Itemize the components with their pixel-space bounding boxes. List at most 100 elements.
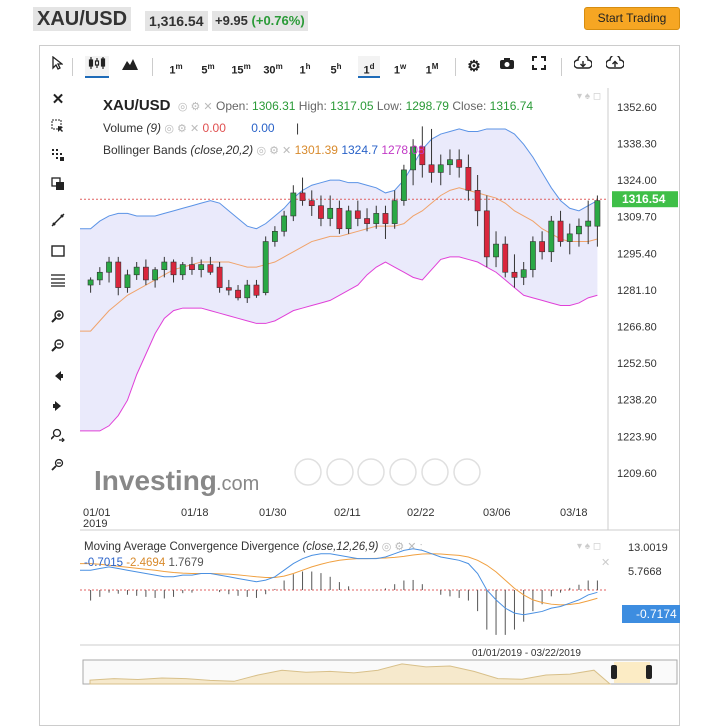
candle <box>262 236 269 296</box>
candle-body <box>594 200 601 227</box>
price-tick-label: 1324.00 <box>617 175 657 187</box>
candle-body <box>557 220 564 242</box>
candle-body <box>447 159 453 166</box>
macd-tick-label: 13.0019 <box>628 542 668 554</box>
candle-body <box>142 266 149 281</box>
low-value: 1298.79 <box>405 99 449 113</box>
price-tick-label: 1338.30 <box>617 139 657 151</box>
high-label: High: <box>298 99 327 113</box>
date-tick-label: 03/18 <box>560 507 588 519</box>
panel-controls-icon[interactable]: ▾ ♠ ◻ <box>577 91 601 102</box>
navigator-selection[interactable] <box>614 662 650 683</box>
legend-icons[interactable]: ◎ ⚙ ✕ <box>178 101 213 113</box>
candle-body <box>170 261 177 276</box>
candle-body <box>96 271 103 281</box>
volume-param: (9) <box>146 121 162 135</box>
candle-body <box>502 243 509 273</box>
low-label: Low: <box>376 99 403 113</box>
macd-icons[interactable]: ◎ ⚙ ✕ : <box>382 541 423 553</box>
candle-body <box>391 200 398 224</box>
candle-body <box>585 220 592 227</box>
candle-body <box>271 231 278 242</box>
volume-value-1: 0.00 <box>202 121 226 135</box>
candle-body <box>456 159 463 168</box>
candle-body <box>115 261 122 288</box>
candle-body <box>318 205 324 219</box>
candle-body <box>382 213 389 224</box>
price-tick-label: 1223.90 <box>617 431 657 443</box>
price-tick-label: 1295.40 <box>617 248 657 260</box>
bb-mid-value: 1301.39 <box>294 143 338 157</box>
macd-value: -0.7015 <box>84 557 124 569</box>
candle-body <box>235 289 241 299</box>
candle-body <box>262 241 269 294</box>
candle-body <box>493 243 499 258</box>
macd-close-icon[interactable]: ✕ <box>601 557 610 569</box>
candle-body <box>327 207 334 219</box>
date-tick-label: 02/11 <box>334 507 361 519</box>
bb-upper-value: 1324.7 <box>341 143 379 157</box>
candle-body <box>566 233 573 242</box>
navigator-right-handle[interactable] <box>646 665 652 679</box>
candle-body <box>400 169 407 201</box>
candle-body <box>345 210 352 230</box>
macd-label: Moving Average Convergence Divergence <box>84 541 300 553</box>
candle-body <box>253 284 260 296</box>
signal-value: -2.4694 <box>126 557 166 569</box>
bb-param: (close,20,2) <box>190 143 254 157</box>
bb-icons[interactable]: ◎ ⚙ ✕ <box>256 145 291 157</box>
candle-body <box>336 207 343 230</box>
price-tick-label: 1209.60 <box>617 468 657 480</box>
bb-label: Bollinger Bands <box>103 143 188 157</box>
candle-body <box>548 220 555 253</box>
candle-body <box>308 200 315 207</box>
date-tick-label: 2019 <box>83 518 107 530</box>
candle-body <box>474 190 481 212</box>
candle-body <box>354 210 361 219</box>
candle-body <box>364 218 370 224</box>
candle-body <box>207 264 214 273</box>
candle-body <box>225 287 232 291</box>
volume-value-3: | <box>295 121 300 135</box>
candle-body <box>124 274 131 288</box>
close-label: Close: <box>452 99 487 113</box>
legend-symbol: XAU/USD <box>103 97 171 114</box>
close-value: 1316.74 <box>489 99 534 113</box>
candle-body <box>465 167 472 191</box>
candle <box>400 164 407 206</box>
candle-body <box>511 271 518 278</box>
macd-panel-controls-icon[interactable]: ▾ ♠ ◻ <box>577 541 601 552</box>
histogram-value: 1.7679 <box>168 557 204 569</box>
candle-body <box>106 261 112 273</box>
candle-body <box>428 164 435 173</box>
macd-param: (close,12,26,9) <box>302 541 379 553</box>
macd-legend: Moving Average Convergence Divergence (c… <box>84 540 423 569</box>
candle-body <box>152 269 159 281</box>
candle-body <box>373 213 380 224</box>
price-tick-label: 1266.80 <box>617 321 657 333</box>
price-tick-label: 1281.10 <box>617 285 657 297</box>
price-tick-label: 1352.60 <box>617 102 657 114</box>
candle-body <box>189 264 195 270</box>
candle-body <box>133 266 140 276</box>
volume-icons[interactable]: ◎ ⚙ ✕ <box>164 123 199 135</box>
candle-body <box>529 241 536 270</box>
open-value: 1306.31 <box>252 99 296 113</box>
candle-body <box>483 210 490 258</box>
watermark-suffix: .com <box>216 473 259 495</box>
candle-body <box>216 266 223 288</box>
candle-body <box>198 264 205 270</box>
candle-body <box>437 164 444 173</box>
volume-value-2: 0.00 <box>251 121 275 135</box>
price-tick-label: 1309.70 <box>617 212 657 224</box>
date-tick-label: 01/30 <box>259 507 287 519</box>
candle-body <box>520 269 527 278</box>
volume-label: Volume <box>103 121 144 135</box>
candle-body <box>161 261 168 270</box>
last-price-tag-text: 1316.54 <box>622 192 666 206</box>
navigator-left-handle[interactable] <box>611 665 617 679</box>
watermark-brand: Investing <box>94 465 217 496</box>
date-tick-label: 02/22 <box>407 507 435 519</box>
date-range-label: 01/01/2019 - 03/22/2019 <box>472 648 581 659</box>
date-tick-label: 03/06 <box>483 507 511 519</box>
